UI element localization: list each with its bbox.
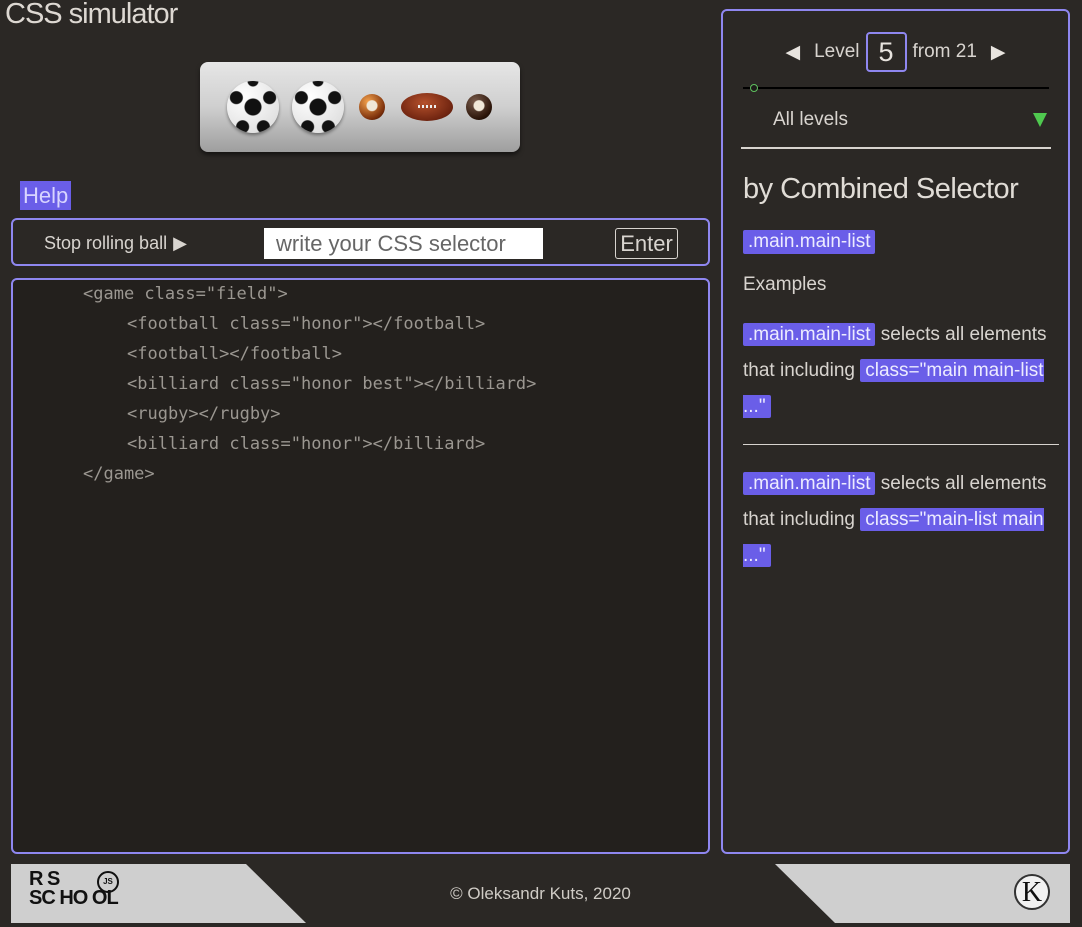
play-icon: ▶ [173, 233, 187, 253]
enter-button[interactable]: Enter [615, 228, 678, 259]
css-selector-input[interactable] [264, 228, 543, 259]
footer: R S SC HO OL JS © Oleksandr Kuts, 2020 K [11, 864, 1070, 923]
code-line[interactable]: <billiard class="honor"></billiard> [127, 434, 485, 454]
code-line: </game> [83, 464, 155, 484]
code-line: <game class="field"> [83, 284, 288, 304]
all-levels-dropdown[interactable]: All levels [741, 105, 1051, 149]
app-title: CSS simulator [5, 0, 178, 30]
footer-right-panel: K [775, 864, 1070, 923]
lesson-selector: .main.main-list [743, 230, 876, 254]
billiard-ball-icon [359, 94, 385, 120]
code-line[interactable]: <billiard class="honor best"></billiard> [127, 374, 536, 394]
game-table [200, 62, 520, 152]
billiard-ball-icon [466, 94, 492, 120]
example-1: .main.main-list selects all elements tha… [743, 317, 1063, 425]
code-line[interactable]: <football class="honor"></football> [127, 314, 485, 334]
progress-marker [750, 84, 758, 92]
examples-title: Examples [743, 274, 827, 295]
soccer-ball-icon [292, 81, 344, 133]
code-line[interactable]: <football></football> [127, 344, 342, 364]
lesson-topic: by Combined Selector [743, 173, 1019, 205]
lesson-panel: ◀ Level 5 from 21 ▶ All levels by Combin… [721, 9, 1070, 854]
example-selector: .main.main-list [743, 472, 876, 495]
stop-label: Stop rolling ball [44, 233, 168, 253]
author-logo[interactable]: K [1014, 874, 1050, 910]
stop-rolling-ball-button[interactable]: Stop rolling ball ▶ [44, 233, 187, 254]
help-button[interactable]: Help [20, 181, 72, 210]
all-levels-label: All levels [773, 109, 848, 130]
example-selector: .main.main-list [743, 323, 876, 346]
code-view: <game class="field"> <football class="ho… [11, 278, 710, 854]
next-level-icon[interactable]: ▶ [983, 41, 1014, 64]
current-level: 5 [865, 32, 907, 72]
rugby-ball-icon [401, 93, 453, 121]
example-2: .main.main-list selects all elements tha… [743, 466, 1063, 574]
level-navigation: ◀ Level 5 from 21 ▶ [723, 32, 1068, 72]
level-progress-bar [743, 84, 1049, 92]
selector-bar: Stop rolling ball ▶ Enter [11, 218, 710, 266]
dropdown-triangle-icon [1033, 113, 1047, 127]
soccer-ball-icon [227, 81, 279, 133]
level-total: from 21 [912, 41, 977, 62]
prev-level-icon[interactable]: ◀ [777, 41, 808, 64]
example-divider [743, 444, 1059, 445]
code-line[interactable]: <rugby></rugby> [127, 404, 281, 424]
level-label: Level [814, 41, 860, 62]
